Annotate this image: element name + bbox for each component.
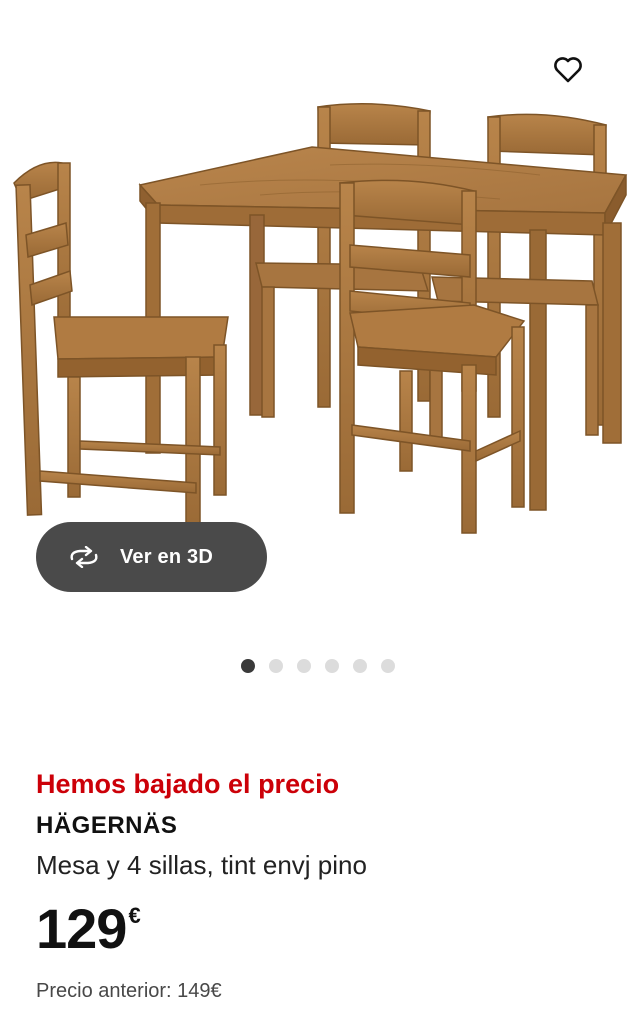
previous-price: Precio anterior: 149€: [36, 980, 222, 1002]
carousel-dot[interactable]: [325, 659, 339, 673]
carousel-dot[interactable]: [381, 659, 395, 673]
carousel-dots: [241, 659, 395, 673]
heart-outline-icon: [554, 57, 582, 83]
product-description: Mesa y 4 sillas, tint envj pino: [36, 850, 367, 880]
carousel-dot[interactable]: [297, 659, 311, 673]
price-currency: €: [128, 903, 141, 928]
carousel-dot[interactable]: [269, 659, 283, 673]
carousel-dot[interactable]: [241, 659, 255, 673]
view-3d-label: Ver en 3D: [120, 545, 213, 568]
product-name: HÄGERNÄS: [36, 812, 178, 839]
product-image[interactable]: [0, 95, 640, 535]
favorite-button[interactable]: [546, 48, 590, 92]
product-gallery: Ver en 3D: [0, 0, 640, 700]
price-integer: 129: [36, 897, 127, 960]
price-drop-label: Hemos bajado el precio: [36, 769, 340, 799]
carousel-dot[interactable]: [353, 659, 367, 673]
product-price: 129 €: [36, 899, 616, 959]
product-info: Hemos bajado el precio HÄGERNÄS Mesa y 4…: [36, 765, 616, 1005]
view-3d-button[interactable]: Ver en 3D: [36, 522, 267, 592]
rotate-3d-icon: [66, 545, 106, 569]
